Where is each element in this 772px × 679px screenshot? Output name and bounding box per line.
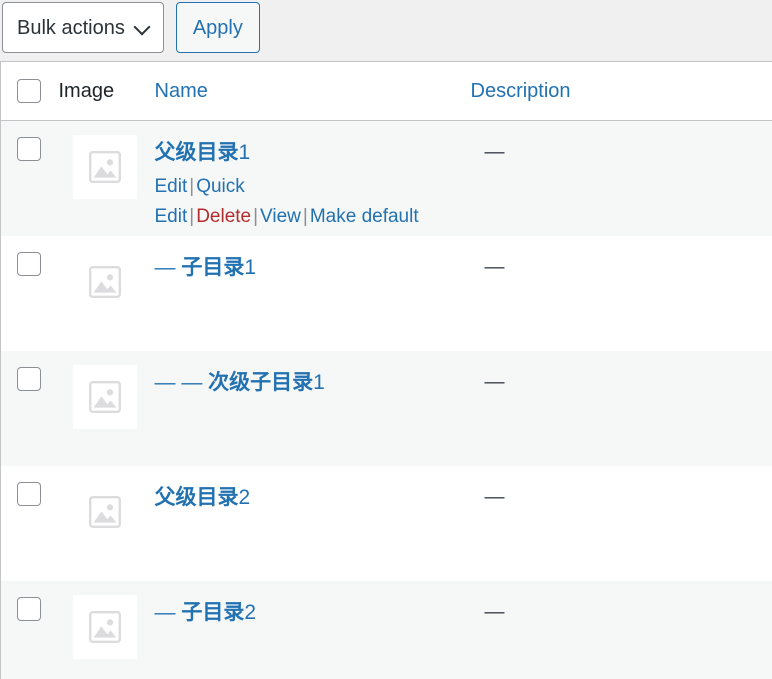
row-select-cell bbox=[0, 350, 59, 466]
row-select-cell bbox=[0, 120, 59, 236]
bulk-actions-label: Bulk actions bbox=[17, 16, 125, 39]
row-image-cell bbox=[58, 120, 155, 236]
table-row: 父级目录1 Edit | Quick Edit | Delete | View | Make de… bbox=[0, 120, 772, 236]
row-name-cell: 父级目录2 bbox=[154, 465, 471, 581]
row-select-checkbox[interactable] bbox=[17, 251, 41, 276]
term-name-link[interactable]: 父级目录2 bbox=[155, 486, 251, 509]
row-select-checkbox[interactable] bbox=[17, 366, 41, 391]
hierarchy-prefix: — bbox=[154, 255, 182, 279]
row-actions: Edit | Quick Edit | Delete | View | Make default bbox=[155, 172, 435, 231]
term-name-suffix: 1 bbox=[238, 141, 251, 164]
bulk-actions-select[interactable]: Bulk actions bbox=[2, 2, 164, 53]
image-placeholder-icon bbox=[73, 250, 137, 314]
select-all-header bbox=[0, 61, 59, 121]
row-description-cell: — bbox=[470, 465, 772, 581]
column-header-image-label: Image bbox=[58, 79, 115, 102]
table-body: 父级目录1 Edit | Quick Edit | Delete | View | Make de… bbox=[0, 120, 772, 679]
row-image-cell bbox=[58, 235, 155, 351]
row-action-make-default[interactable]: Make default bbox=[310, 206, 419, 227]
image-placeholder-icon bbox=[72, 594, 137, 659]
term-name-suffix: 2 bbox=[238, 485, 251, 509]
row-select-cell bbox=[0, 465, 59, 581]
column-header-name: Name bbox=[154, 61, 471, 121]
description-empty-dash: — bbox=[484, 485, 505, 508]
row-select-cell bbox=[0, 580, 59, 679]
row-action-delete[interactable]: Delete bbox=[196, 206, 251, 227]
row-name-cell: — — 次级子目录1 bbox=[154, 350, 471, 466]
description-empty-dash: — bbox=[484, 370, 505, 393]
term-name-suffix: 2 bbox=[244, 600, 257, 624]
row-action-edit[interactable]: Edit bbox=[155, 176, 188, 197]
row-select-checkbox[interactable] bbox=[17, 481, 41, 506]
image-placeholder-icon bbox=[72, 364, 137, 429]
row-description-cell: — bbox=[470, 580, 772, 679]
row-description-cell: — bbox=[470, 120, 772, 236]
row-name-cell: 父级目录1 Edit | Quick Edit | Delete | View | Make de… bbox=[154, 120, 471, 236]
row-image-cell bbox=[58, 580, 155, 679]
term-name-text: 子目录 bbox=[181, 255, 245, 279]
hierarchy-prefix: — bbox=[154, 600, 182, 624]
table-header: Image Name Description bbox=[0, 61, 772, 121]
description-empty-dash: — bbox=[484, 141, 505, 163]
table-navigation-toolbar: Bulk actions Apply bbox=[0, 0, 772, 61]
column-header-name-link[interactable]: Name bbox=[155, 80, 208, 102]
row-description-cell: — bbox=[470, 350, 772, 466]
description-empty-dash: — bbox=[484, 255, 505, 278]
row-name-cell: — 子目录1 bbox=[154, 235, 471, 351]
chevron-down-icon bbox=[135, 20, 151, 36]
term-name-suffix: 1 bbox=[313, 370, 325, 394]
column-header-description-link[interactable]: Description bbox=[471, 80, 571, 102]
description-empty-dash: — bbox=[484, 600, 505, 623]
row-action-separator: | bbox=[302, 205, 308, 227]
column-header-description: Description bbox=[470, 61, 772, 121]
image-placeholder-icon bbox=[72, 135, 137, 199]
apply-button[interactable]: Apply bbox=[175, 2, 260, 53]
term-name-link[interactable]: 父级目录1 bbox=[155, 141, 251, 164]
table-header-row: Image Name Description bbox=[0, 61, 772, 121]
row-action-separator: | bbox=[253, 205, 259, 227]
row-image-cell bbox=[58, 465, 155, 581]
term-name-text: 父级目录 bbox=[154, 485, 239, 509]
table-row: 父级目录2 — bbox=[0, 465, 772, 581]
image-placeholder-icon bbox=[73, 480, 137, 544]
term-name-link[interactable]: — 子目录1 bbox=[155, 256, 257, 279]
select-all-checkbox[interactable] bbox=[17, 79, 41, 103]
row-select-checkbox[interactable] bbox=[17, 596, 41, 621]
term-name-link[interactable]: — — 次级子目录1 bbox=[155, 371, 325, 394]
column-header-image: Image bbox=[58, 61, 155, 121]
hierarchy-prefix: — — bbox=[154, 370, 209, 394]
table-row: — 子目录1— bbox=[0, 235, 772, 351]
term-name-link[interactable]: — 子目录2 bbox=[155, 601, 257, 624]
table-row: — 子目录2— bbox=[0, 580, 772, 679]
table-row: — — 次级子目录1 — bbox=[0, 350, 772, 466]
row-select-checkbox[interactable] bbox=[17, 137, 41, 161]
term-name-suffix: 1 bbox=[244, 255, 257, 279]
row-image-cell bbox=[58, 350, 155, 466]
row-select-cell bbox=[0, 235, 59, 351]
term-name-text: 子目录 bbox=[181, 600, 245, 624]
term-name-text: 父级目录 bbox=[154, 141, 239, 164]
row-action-view[interactable]: View bbox=[260, 206, 301, 227]
row-action-separator: | bbox=[189, 176, 195, 198]
row-name-cell: — 子目录2 bbox=[154, 580, 471, 679]
row-action-separator: | bbox=[189, 205, 195, 227]
row-description-cell: — bbox=[470, 235, 772, 351]
term-name-text: 次级子目录 bbox=[208, 370, 314, 394]
terms-list-table: Image Name Description 父级目录1 Edit | Quick E… bbox=[0, 61, 772, 679]
